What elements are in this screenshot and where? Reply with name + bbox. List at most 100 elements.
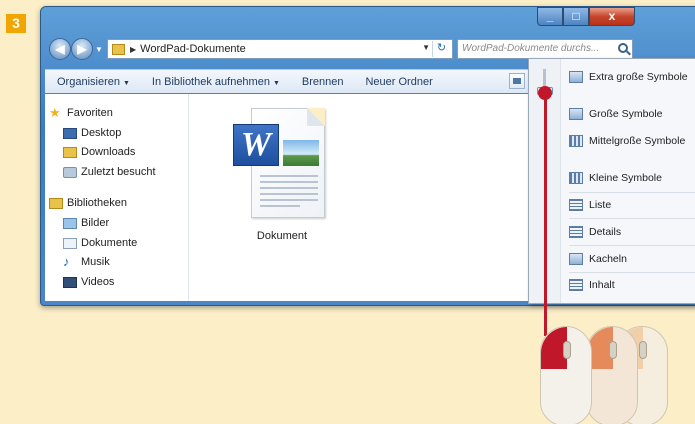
callout-line (544, 92, 547, 336)
address-bar[interactable]: ▶ WordPad-Dokumente ▼ ↻ (107, 39, 453, 59)
address-dropdown-icon[interactable]: ▼ (422, 43, 430, 52)
sidebar-item-recent[interactable]: Zuletzt besucht (45, 163, 188, 183)
menu-item-label: Details (589, 226, 622, 238)
small-icons-icon (569, 172, 583, 184)
desktop-icon (63, 127, 77, 139)
menu-separator (569, 218, 695, 219)
menu-separator (569, 272, 695, 273)
forward-button[interactable]: ▶ (71, 38, 93, 60)
downloads-folder-icon (63, 147, 77, 159)
sidebar-item-label: Desktop (81, 126, 122, 139)
menu-item-label: Liste (589, 199, 612, 211)
sidebar-item-label: Zuletzt besucht (81, 165, 156, 178)
minimize-button[interactable]: _ (537, 7, 563, 26)
organize-menu-button[interactable]: Organisieren ▼ (57, 76, 130, 88)
menu-item-small-icons[interactable]: Kleine Symbole (569, 168, 662, 188)
navigation-pane: ★ Favoriten Desktop Downloads Zuletzt be… (45, 94, 189, 301)
sidebar-item-label: Musik (81, 256, 110, 269)
large-icons-icon (569, 108, 583, 120)
menu-item-tiles[interactable]: Kacheln (569, 249, 627, 269)
sidebar-item-documents[interactable]: Dokumente (45, 234, 188, 254)
mouse-wheel-icon (609, 341, 617, 359)
breadcrumb-separator-icon[interactable]: ▶ (130, 45, 136, 54)
menu-item-label: Extra große Symbole (589, 71, 688, 83)
sidebar-item-label: Videos (81, 275, 115, 288)
menu-item-list[interactable]: Liste (569, 195, 611, 215)
folder-icon (112, 43, 125, 55)
close-button[interactable]: x (589, 7, 635, 26)
chevron-down-icon: ▼ (272, 79, 280, 87)
callout-dot (538, 86, 552, 100)
sidebar-item-label: Bibliotheken (67, 197, 127, 210)
sidebar-item-pictures[interactable]: Bilder (45, 214, 188, 234)
text-line (260, 181, 318, 183)
breadcrumb-current-folder[interactable]: WordPad-Dokumente (140, 43, 246, 55)
content-view-icon (569, 279, 583, 291)
landscape-picture-icon (283, 140, 319, 166)
include-in-library-label: In Bibliothek aufnehmen (151, 75, 270, 88)
word-logo-icon: W (233, 124, 279, 166)
text-line (260, 187, 318, 189)
sidebar-item-desktop[interactable]: Desktop (45, 124, 188, 144)
text-line (260, 199, 318, 201)
sidebar-item-label: Downloads (81, 146, 136, 159)
recent-pages-dropdown-icon[interactable]: ▼ (95, 45, 103, 54)
pictures-library-icon (63, 217, 77, 229)
menu-separator (569, 245, 695, 246)
libraries-icon (49, 198, 63, 210)
mouse-illustration-icon (586, 326, 638, 424)
new-folder-button[interactable]: Neuer Ordner (365, 76, 432, 88)
change-view-icon[interactable] (509, 73, 525, 89)
chevron-down-icon: ▼ (122, 79, 130, 87)
recent-places-icon (63, 166, 77, 178)
file-item[interactable]: W Dokument (232, 106, 332, 242)
search-placeholder: WordPad-Dokumente durchs... (462, 43, 600, 54)
mouse-illustration-icon (540, 326, 592, 424)
extra-large-icons-icon (569, 71, 583, 83)
menu-item-large-icons[interactable]: Große Symbole (569, 104, 663, 124)
medium-icons-icon (569, 135, 583, 147)
include-in-library-button[interactable]: In Bibliothek aufnehmen ▼ (152, 76, 280, 88)
view-options-menu: Extra große Symbole Große Symbole Mittel… (528, 58, 695, 304)
text-line (260, 205, 300, 207)
word-document-icon: W (233, 106, 331, 222)
menu-item-medium-icons[interactable]: Mittelgroße Symbole (569, 131, 685, 151)
sidebar-item-music[interactable]: ♪ Musik (45, 253, 188, 273)
sidebar-item-label: Bilder (81, 216, 110, 229)
file-name[interactable]: Dokument (232, 230, 332, 242)
documents-library-icon (63, 237, 77, 249)
menu-item-label: Große Symbole (589, 108, 663, 120)
search-icon[interactable] (618, 43, 628, 53)
menu-item-content[interactable]: Inhalt (569, 275, 615, 295)
maximize-button[interactable]: □ (563, 7, 589, 26)
list-view-icon (569, 199, 583, 211)
sidebar-item-libraries[interactable]: Bibliotheken (45, 194, 188, 214)
sidebar-item-label: Favoriten (67, 107, 113, 119)
burn-button[interactable]: Brennen (302, 76, 344, 88)
mouse-wheel-icon (563, 341, 571, 359)
menu-item-extra-large-icons[interactable]: Extra große Symbole (569, 67, 688, 87)
sidebar-item-favorites[interactable]: ★ Favoriten (45, 104, 188, 124)
menu-item-label: Inhalt (589, 279, 615, 291)
details-view-icon (569, 226, 583, 238)
menu-separator (569, 192, 695, 193)
tiles-view-icon (569, 253, 583, 265)
sidebar-item-downloads[interactable]: Downloads (45, 143, 188, 163)
step-number-badge: 3 (6, 14, 26, 33)
refresh-icon[interactable]: ↻ (432, 41, 450, 57)
menu-item-label: Kacheln (589, 253, 627, 265)
organize-label: Organisieren (57, 75, 120, 88)
video-library-icon (63, 276, 77, 288)
menu-item-label: Mittelgroße Symbole (589, 135, 686, 147)
text-line (260, 175, 318, 177)
back-button[interactable]: ◀ (49, 38, 71, 60)
star-icon: ★ (49, 105, 61, 120)
mouse-wheel-icon (639, 341, 647, 359)
search-input[interactable]: WordPad-Dokumente durchs... (457, 39, 633, 59)
menu-item-details[interactable]: Details (569, 222, 621, 242)
sidebar-item-label: Dokumente (81, 236, 138, 249)
text-line (260, 193, 318, 195)
sidebar-item-videos[interactable]: Videos (45, 273, 188, 293)
page-fold (307, 108, 325, 126)
